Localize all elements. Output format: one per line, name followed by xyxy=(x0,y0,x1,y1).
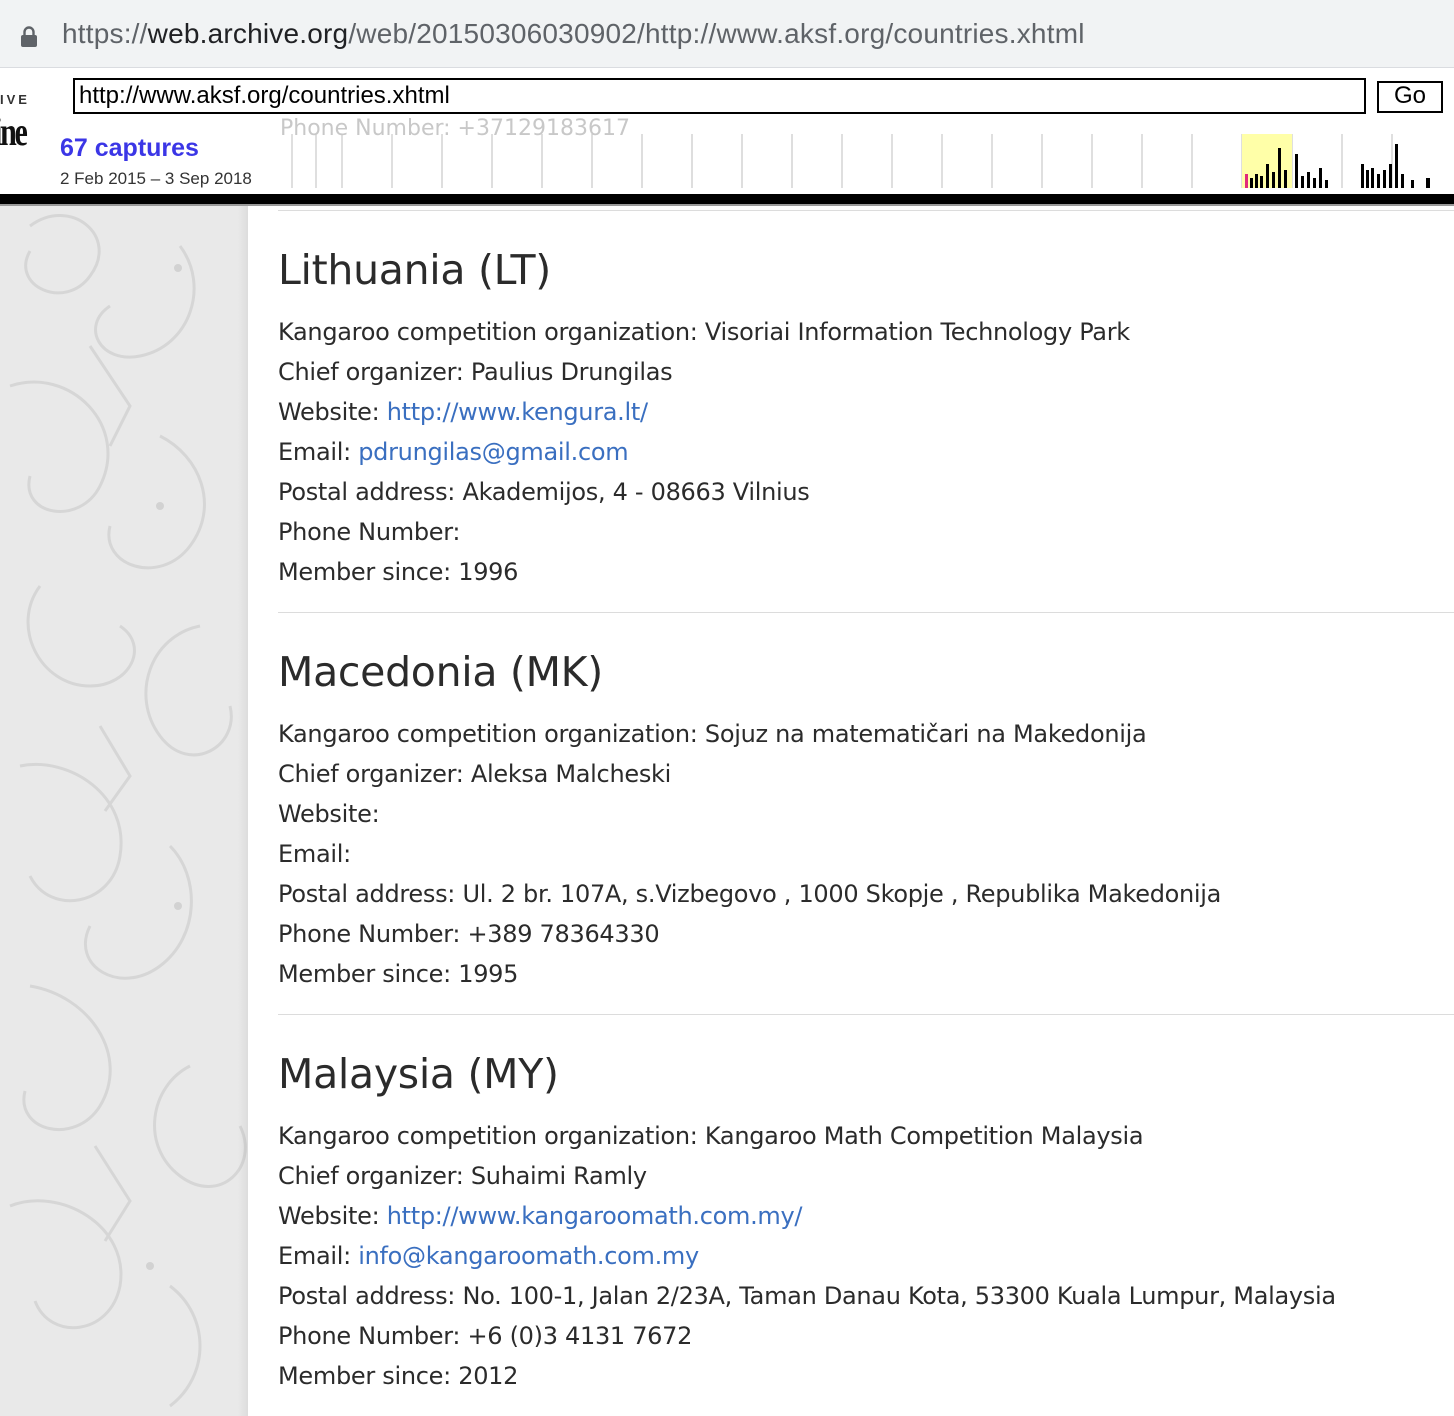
postal-line: Postal address: Ul. 2 br. 107A, s.Vizbeg… xyxy=(278,880,1222,908)
captures-link[interactable]: 67 captures xyxy=(60,134,199,163)
chief-name: Aleksa Malcheski xyxy=(470,760,671,788)
member-year: 1995 xyxy=(458,960,519,988)
email-line: Email: info@kangaroomath.com.my xyxy=(278,1242,699,1270)
phone-line: Phone Number: +389 78364330 xyxy=(278,920,660,948)
org-name: Sojuz na matematičari na Makedonija xyxy=(704,720,1147,748)
country-entry-macedonia: Macedonia (MK) Kangaroo competition orga… xyxy=(278,644,1448,994)
org-name: Visoriai Information Technology Park xyxy=(704,318,1130,346)
postal-address: Akademijos, 4 - 08663 Vilnius xyxy=(462,478,810,506)
phone-number: +6 (0)3 4131 7672 xyxy=(467,1322,693,1350)
postal-address: Ul. 2 br. 107A, s.Vizbegovo , 1000 Skopj… xyxy=(462,880,1222,908)
chief-name: Suhaimi Ramly xyxy=(470,1162,647,1190)
wayback-toolbar: IVE ine Phone Number: +37129183617 Go 67… xyxy=(0,68,1454,194)
phone-line: Phone Number: +6 (0)3 4131 7672 xyxy=(278,1322,693,1350)
email-line: Email: xyxy=(278,840,351,868)
country-entry-lithuania: Lithuania (LT) Kangaroo competition orga… xyxy=(278,242,1448,592)
org-name: Kangaroo Math Competition Malaysia xyxy=(704,1122,1144,1150)
email-link[interactable]: info@kangaroomath.com.my xyxy=(358,1242,699,1270)
timeline-selected-capture[interactable] xyxy=(1245,174,1248,188)
wayback-logo[interactable]: ine xyxy=(0,112,28,152)
postal-line: Postal address: No. 100-1, Jalan 2/23A, … xyxy=(278,1282,1336,1310)
email-line: Email: pdrungilas@gmail.com xyxy=(278,438,629,466)
chief-name: Paulius Drungilas xyxy=(470,358,673,386)
country-heading: Macedonia (MK) xyxy=(278,648,603,696)
url-scheme: https:// xyxy=(62,18,148,49)
member-line: Member since: 2012 xyxy=(278,1362,519,1390)
website-link[interactable]: http://www.kengura.lt/ xyxy=(387,398,648,426)
org-line: Kangaroo competition organization: Visor… xyxy=(278,318,1130,346)
toolbar-divider xyxy=(0,194,1454,204)
chief-line: Chief organizer: Aleksa Malcheski xyxy=(278,760,671,788)
countries-list: Lithuania (LT) Kangaroo competition orga… xyxy=(248,206,1454,1416)
swirl-pattern-graphic xyxy=(9,214,247,1408)
country-heading: Lithuania (LT) xyxy=(278,246,551,294)
capture-date-range: 2 Feb 2015 – 3 Sep 2018 xyxy=(60,169,252,188)
postal-address: No. 100-1, Jalan 2/23A, Taman Danau Kota… xyxy=(462,1282,1336,1310)
chief-line: Chief organizer: Paulius Drungilas xyxy=(278,358,673,386)
address-field[interactable]: https://web.archive.org/web/201503060309… xyxy=(0,4,1454,62)
ghost-page-text: Phone Number: +37129183617 xyxy=(280,116,630,136)
country-entry-malaysia: Malaysia (MY) Kangaroo competition organ… xyxy=(278,1046,1448,1396)
address-url[interactable]: https://web.archive.org/web/201503060309… xyxy=(62,18,1085,50)
org-line: Kangaroo competition organization: Sojuz… xyxy=(278,720,1147,748)
divider xyxy=(278,612,1454,613)
website-line: Website: xyxy=(278,800,380,828)
decorative-side-pattern xyxy=(0,206,248,1416)
member-year: 2012 xyxy=(458,1362,519,1390)
phone-line: Phone Number: xyxy=(278,518,461,546)
url-host: web.archive.org xyxy=(147,18,349,49)
lock-icon xyxy=(21,26,37,47)
chief-line: Chief organizer: Suhaimi Ramly xyxy=(278,1162,647,1190)
member-line: Member since: 1996 xyxy=(278,558,519,586)
capture-timeline[interactable] xyxy=(290,134,1442,188)
email-link[interactable]: pdrungilas@gmail.com xyxy=(358,438,628,466)
divider xyxy=(278,210,1454,211)
browser-address-bar: https://web.archive.org/web/201503060309… xyxy=(0,0,1454,68)
member-year: 1996 xyxy=(458,558,519,586)
website-line: Website: http://www.kengura.lt/ xyxy=(278,398,648,426)
website-link[interactable]: http://www.kangaroomath.com.my/ xyxy=(387,1202,803,1230)
phone-number: +389 78364330 xyxy=(467,920,660,948)
postal-line: Postal address: Akademijos, 4 - 08663 Vi… xyxy=(278,478,810,506)
member-line: Member since: 1995 xyxy=(278,960,519,988)
website-line: Website: http://www.kangaroomath.com.my/ xyxy=(278,1202,803,1230)
go-button[interactable]: Go xyxy=(1377,81,1443,113)
url-path: /web/20150306030902/http://www.aksf.org/… xyxy=(348,18,1085,49)
wayback-logo-top[interactable]: IVE xyxy=(0,92,30,107)
divider xyxy=(278,1014,1454,1015)
wayback-url-input[interactable] xyxy=(73,78,1366,114)
org-line: Kangaroo competition organization: Kanga… xyxy=(278,1122,1144,1150)
country-heading: Malaysia (MY) xyxy=(278,1050,559,1098)
